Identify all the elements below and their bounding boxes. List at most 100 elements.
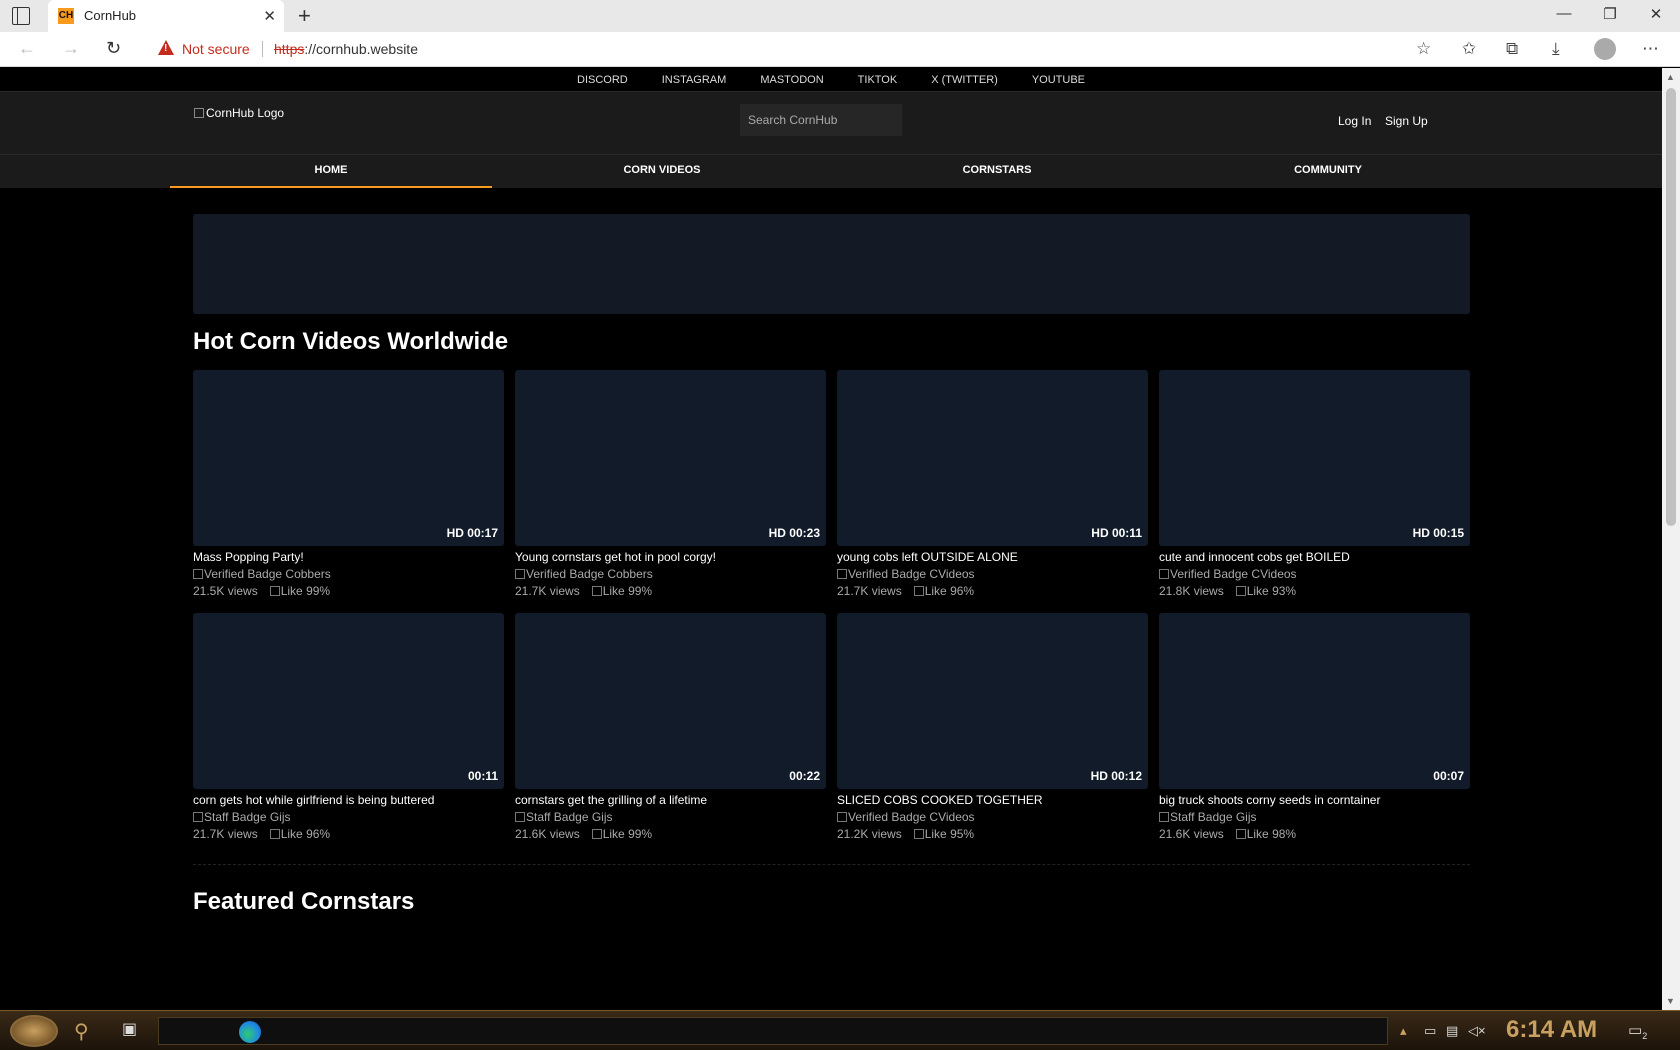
like-alt-text: Like — [602, 584, 625, 598]
channel-link[interactable]: Gijs — [270, 810, 291, 824]
channel-link[interactable]: Gijs — [1236, 810, 1257, 824]
video-rating: 96% — [306, 827, 331, 841]
badge-alt-text: Verified Badge — [1170, 567, 1249, 581]
network-icon[interactable]: ▤ — [1446, 1023, 1458, 1039]
window-close-icon[interactable]: ✕ — [1646, 5, 1666, 23]
video-thumbnail[interactable]: 00:11 — [193, 613, 504, 789]
url-text[interactable]: https://cornhub.website — [274, 41, 418, 57]
search-icon[interactable]: ⚲ — [74, 1019, 89, 1044]
video-thumbnail[interactable]: HD 00:11 — [837, 370, 1148, 546]
signup-link[interactable]: Sign Up — [1385, 114, 1428, 128]
social-link-discord[interactable]: DISCORD — [577, 68, 628, 92]
volume-muted-icon[interactable]: ◁× — [1468, 1023, 1486, 1039]
start-icon[interactable] — [10, 1015, 58, 1047]
forward-icon[interactable]: → — [62, 38, 80, 59]
nav-cornstars[interactable]: CORNSTARS — [836, 155, 1158, 188]
broken-image-icon — [1159, 569, 1169, 579]
video-title[interactable]: young cobs left OUTSIDE ALONE — [837, 550, 1148, 564]
restore-icon[interactable]: ❐ — [1600, 5, 1620, 23]
social-link-tiktok[interactable]: TIKTOK — [858, 68, 898, 92]
search-input[interactable] — [740, 104, 902, 136]
address-bar[interactable]: Not secure https://cornhub.website — [146, 36, 1394, 63]
browser-tab[interactable]: CH CornHub ✕ — [48, 0, 284, 32]
social-link-mastodon[interactable]: MASTODON — [760, 68, 823, 92]
nav-community[interactable]: COMMUNITY — [1166, 155, 1490, 188]
video-card[interactable]: 00:22 cornstars get the grilling of a lif… — [515, 613, 826, 841]
scroll-down-icon[interactable]: ▼ — [1666, 996, 1675, 1006]
video-title[interactable]: Young cornstars get hot in pool corgy! — [515, 550, 826, 564]
video-card[interactable]: HD 00:17 Mass Popping Party! Verified Badg… — [193, 370, 504, 598]
channel-link[interactable]: Cobbers — [285, 567, 330, 581]
plus-icon[interactable]: + — [298, 3, 311, 29]
video-card[interactable]: 00:11 corn gets hot while girlfriend is b… — [193, 613, 504, 841]
video-card[interactable]: HD 00:12 SLICED COBS COOKED TOGETHER Verif… — [837, 613, 1148, 841]
badge-alt-text: Staff Badge — [204, 810, 267, 824]
scroll-up-icon[interactable]: ▲ — [1666, 72, 1675, 82]
ad-banner[interactable] — [193, 214, 1470, 314]
like-image: Like — [913, 827, 947, 841]
nav-home[interactable]: HOME — [170, 155, 492, 188]
video-card[interactable]: HD 00:15 cute and innocent cobs get BOILE… — [1159, 370, 1470, 598]
badge-alt-text: Verified Badge — [204, 567, 283, 581]
like-image: Like — [269, 584, 303, 598]
nav-corn-videos[interactable]: CORN VIDEOS — [500, 155, 824, 188]
login-link[interactable]: Log In — [1338, 114, 1371, 128]
video-thumbnail[interactable]: HD 00:15 — [1159, 370, 1470, 546]
minimize-icon[interactable]: — — [1554, 5, 1574, 22]
security-label[interactable]: Not secure — [182, 41, 250, 57]
badge-alt-text: Staff Badge — [526, 810, 589, 824]
edge-icon[interactable] — [239, 1021, 261, 1043]
video-thumbnail[interactable]: 00:07 — [1159, 613, 1470, 789]
tab-actions-icon[interactable] — [12, 7, 30, 25]
like-alt-text: Like — [1246, 827, 1269, 841]
video-card[interactable]: HD 00:11 young cobs left OUTSIDE ALONE Ver… — [837, 370, 1148, 598]
like-image: Like — [269, 827, 303, 841]
refresh-icon[interactable]: ↻ — [106, 38, 121, 59]
video-title[interactable]: Mass Popping Party! — [193, 550, 504, 564]
video-thumbnail[interactable]: HD 00:12 — [837, 613, 1148, 789]
tray-chevron-icon[interactable]: ▴ — [1400, 1023, 1407, 1039]
video-thumbnail[interactable]: HD 00:23 — [515, 370, 826, 546]
downloads-icon[interactable]: ⤓ — [1552, 39, 1560, 59]
channel-link[interactable]: CVideos — [1251, 567, 1296, 581]
profile-icon[interactable] — [1594, 38, 1616, 60]
video-title[interactable]: corn gets hot while girlfriend is being … — [193, 793, 504, 807]
video-title[interactable]: cute and innocent cobs get BOILED — [1159, 550, 1470, 564]
video-card[interactable]: 00:07 big truck shoots corny seeds in cor… — [1159, 613, 1470, 841]
favorite-add-icon[interactable]: ☆ — [1416, 39, 1431, 59]
video-duration: HD 00:11 — [1091, 526, 1142, 540]
video-title[interactable]: cornstars get the grilling of a lifetime — [515, 793, 826, 807]
channel-link[interactable]: Gijs — [592, 810, 613, 824]
channel-link[interactable]: Cobbers — [607, 567, 652, 581]
more-icon[interactable]: ⋯ — [1642, 39, 1659, 59]
video-meta-row: 21.2K views Like 95% — [837, 827, 1148, 841]
social-link-x[interactable]: X (TWITTER) — [931, 68, 998, 92]
video-card[interactable]: HD 00:23 Young cornstars get hot in pool … — [515, 370, 826, 598]
notification-icon[interactable]: ▭2 — [1628, 1021, 1647, 1041]
back-icon[interactable]: ← — [18, 38, 36, 59]
clock[interactable]: 6:14 AM — [1506, 1016, 1597, 1044]
address-separator — [262, 41, 263, 57]
video-thumbnail[interactable]: HD 00:17 — [193, 370, 504, 546]
site-logo[interactable]: CornHub Logo — [194, 106, 284, 120]
collections-icon[interactable]: ⧉ — [1506, 39, 1518, 59]
like-image: Like — [591, 584, 625, 598]
channel-link[interactable]: CVideos — [929, 810, 974, 824]
page-scrollbar[interactable]: ▲ ▼ — [1662, 68, 1680, 1010]
social-bar: DISCORD INSTAGRAM MASTODON TIKTOK X (TWI… — [0, 68, 1662, 92]
social-link-instagram[interactable]: INSTAGRAM — [662, 68, 727, 92]
video-title[interactable]: big truck shoots corny seeds in corntain… — [1159, 793, 1470, 807]
scroll-thumb[interactable] — [1666, 88, 1676, 526]
tab-title: CornHub — [84, 8, 137, 23]
social-link-youtube[interactable]: YOUTUBE — [1032, 68, 1085, 92]
meet-icon[interactable]: ▭ — [1424, 1023, 1436, 1039]
channel-link[interactable]: CVideos — [929, 567, 974, 581]
favorites-icon[interactable]: ✩ — [1462, 39, 1476, 59]
task-view-icon[interactable]: ▣ — [122, 1019, 137, 1039]
video-thumbnail[interactable]: 00:22 — [515, 613, 826, 789]
close-icon[interactable]: ✕ — [263, 7, 276, 25]
like-image: Like — [1235, 827, 1269, 841]
broken-image-icon — [1235, 829, 1246, 839]
video-title[interactable]: SLICED COBS COOKED TOGETHER — [837, 793, 1148, 807]
badge-image: Staff Badge — [193, 810, 267, 824]
